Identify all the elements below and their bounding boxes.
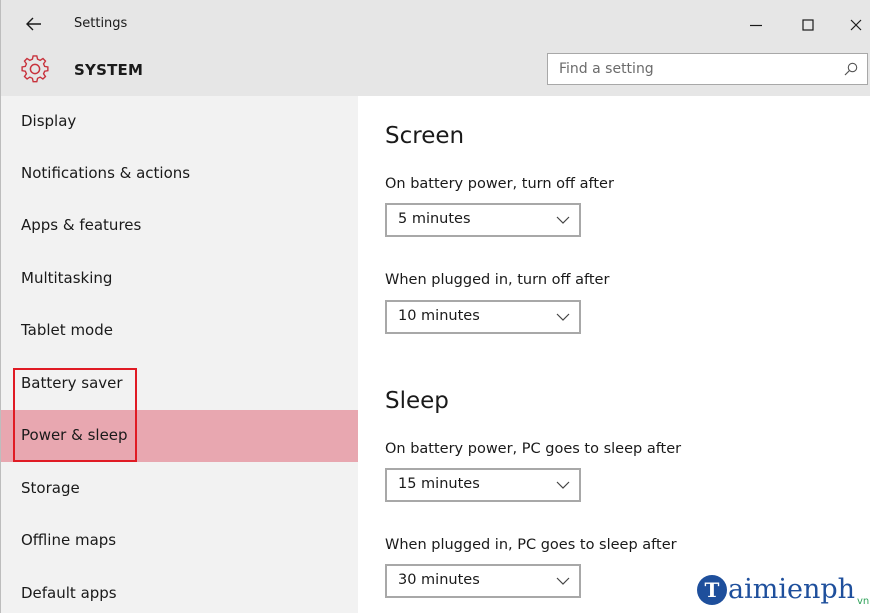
gear-icon	[21, 55, 49, 83]
sidebar-item-label: Power & sleep	[21, 426, 128, 444]
sidebar-item-label: Storage	[21, 479, 80, 497]
sidebar-item-multitasking[interactable]: Multitasking	[1, 253, 358, 305]
watermark-badge: T	[697, 574, 727, 605]
sleep-plugged-label: When plugged in, PC goes to sleep after	[385, 537, 677, 553]
dropdown-value: 5 minutes	[398, 211, 471, 227]
dropdown-value: 30 minutes	[398, 572, 480, 588]
sidebar-item-apps-features[interactable]: Apps & features	[1, 200, 358, 252]
screen-battery-label: On battery power, turn off after	[385, 176, 614, 192]
section-title-screen: Screen	[385, 123, 465, 149]
chevron-down-icon	[556, 481, 570, 489]
settings-window: Settings SYSTEM Find a setting Display N…	[0, 0, 870, 613]
sidebar-item-label: Multitasking	[21, 269, 113, 287]
chevron-down-icon	[556, 577, 570, 585]
sidebar-item-notifications[interactable]: Notifications & actions	[1, 148, 358, 200]
dropdown-value: 10 minutes	[398, 308, 480, 324]
sidebar-item-label: Battery saver	[21, 374, 123, 392]
search-box[interactable]	[547, 53, 868, 85]
sidebar-item-power-sleep[interactable]: Power & sleep	[1, 410, 358, 462]
watermark-sub: vn	[857, 596, 870, 607]
sidebar-item-default-apps[interactable]: Default apps	[1, 568, 358, 613]
sidebar-item-label: Notifications & actions	[21, 164, 191, 182]
sidebar-item-tablet-mode[interactable]: Tablet mode	[1, 305, 358, 357]
chevron-down-icon	[556, 216, 570, 224]
title-bar: Settings	[1, 0, 870, 50]
sidebar-item-label: Apps & features	[21, 216, 142, 234]
header-bar: SYSTEM	[1, 50, 870, 96]
minimize-button[interactable]	[739, 10, 773, 40]
screen-plugged-dropdown[interactable]: 10 minutes	[385, 300, 581, 334]
close-icon	[850, 19, 862, 31]
section-title-sleep: Sleep	[385, 388, 449, 414]
back-button[interactable]	[19, 10, 49, 38]
minimize-icon	[750, 24, 762, 27]
watermark-logo: T aimienph	[697, 566, 855, 613]
sidebar-item-label: Offline maps	[21, 531, 117, 549]
dropdown-value: 15 minutes	[398, 476, 480, 492]
search-icon[interactable]	[843, 61, 859, 77]
sidebar-item-display[interactable]: Display	[1, 96, 358, 148]
back-arrow-icon	[26, 17, 41, 31]
watermark-text: aimienph	[728, 574, 856, 605]
close-button[interactable]	[839, 10, 870, 40]
page-title: SYSTEM	[74, 61, 144, 79]
sidebar-item-label: Display	[21, 112, 77, 130]
window-title: Settings	[74, 16, 128, 31]
maximize-icon	[802, 19, 814, 31]
main-content: Screen On battery power, turn off after …	[358, 96, 870, 613]
screen-plugged-label: When plugged in, turn off after	[385, 272, 610, 288]
sidebar: Display Notifications & actions Apps & f…	[1, 96, 358, 613]
sidebar-item-storage[interactable]: Storage	[1, 463, 358, 515]
sleep-plugged-dropdown[interactable]: 30 minutes	[385, 564, 581, 598]
screen-battery-dropdown[interactable]: 5 minutes	[385, 203, 581, 237]
search-input[interactable]	[548, 54, 838, 84]
sleep-battery-label: On battery power, PC goes to sleep after	[385, 441, 682, 457]
sleep-battery-dropdown[interactable]: 15 minutes	[385, 468, 581, 502]
chevron-down-icon	[556, 313, 570, 321]
maximize-button[interactable]	[791, 10, 825, 40]
sidebar-item-label: Tablet mode	[21, 321, 113, 339]
sidebar-item-battery-saver[interactable]: Battery saver	[1, 358, 358, 410]
sidebar-item-offline-maps[interactable]: Offline maps	[1, 515, 358, 567]
sidebar-item-label: Default apps	[21, 584, 117, 602]
